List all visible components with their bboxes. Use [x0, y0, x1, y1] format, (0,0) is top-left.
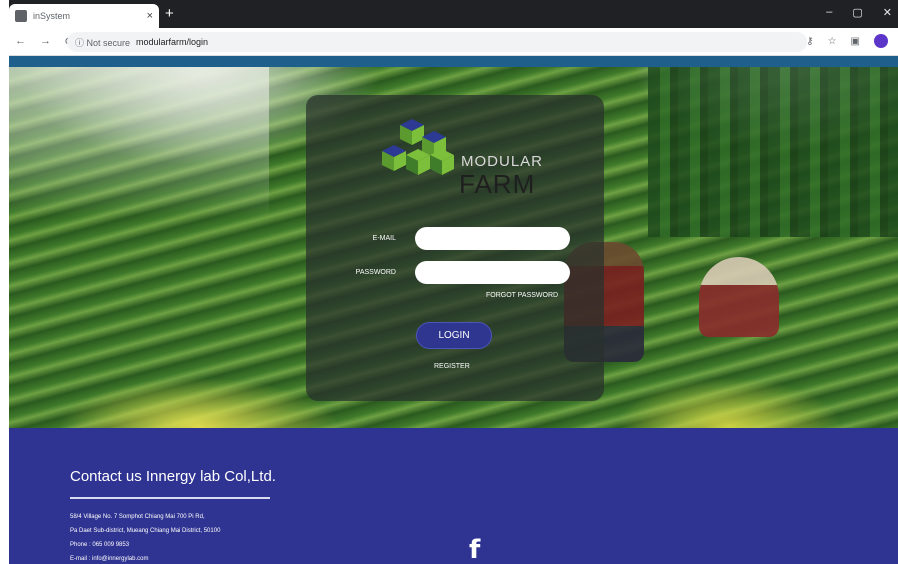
header-strip — [9, 56, 898, 67]
extensions-icon[interactable]: ▣ — [851, 36, 860, 47]
footer-phone: Phone : 065 009 9853 — [70, 542, 130, 548]
close-window-icon[interactable]: ✕ — [883, 6, 892, 19]
footer: Contact us Innergy lab Col,Ltd. 58/4 Vil… — [9, 428, 898, 564]
nav-buttons: ← → ⟳ — [15, 35, 74, 48]
url-input[interactable]: ⓘ Not secure modularfarm/login — [67, 32, 807, 52]
farmer-figure — [699, 257, 779, 337]
maximize-icon[interactable]: ▢ — [852, 6, 862, 19]
footer-address-line-1: 58/4 Village No. 7 Somphot Chiang Mai 70… — [70, 514, 205, 520]
footer-title: Contact us Innergy lab Col,Ltd. — [70, 468, 276, 485]
tab-title: inSystem — [33, 11, 71, 21]
new-tab-icon[interactable]: + — [165, 6, 174, 22]
window-controls: – ▢ ✕ — [826, 6, 892, 19]
star-icon[interactable]: ☆ — [828, 36, 837, 47]
minimize-icon[interactable]: – — [826, 6, 832, 19]
footer-email[interactable]: E-mail : info@innergylab.com — [70, 556, 148, 562]
key-icon[interactable]: ⚷ — [806, 36, 813, 47]
password-field[interactable] — [415, 261, 570, 284]
register-link[interactable]: REGISTER — [434, 363, 470, 370]
hero-background: MODULAR FARM E-MAIL PASSWORD FORGOT PASS… — [9, 67, 898, 428]
address-bar: ← → ⟳ ⓘ Not secure modularfarm/login ⚷ ☆… — [9, 28, 898, 56]
password-label: PASSWORD — [355, 269, 396, 276]
toolbar-icons: ⚷ ☆ ▣ — [806, 34, 888, 48]
security-indicator[interactable]: ⓘ Not secure — [75, 36, 130, 49]
close-tab-icon[interactable]: × — [147, 10, 153, 22]
tab-bar: inSystem × + – ▢ ✕ — [9, 0, 898, 28]
login-button[interactable]: LOGIN — [416, 322, 492, 349]
logo-text-farm: FARM — [459, 169, 536, 199]
profile-avatar[interactable] — [874, 34, 888, 48]
browser-window: inSystem × + – ▢ ✕ ← → ⟳ ⓘ Not secure mo… — [9, 0, 898, 564]
email-label: E-MAIL — [372, 235, 396, 242]
browser-tab[interactable]: inSystem × — [9, 4, 159, 28]
login-card: MODULAR FARM E-MAIL PASSWORD FORGOT PASS… — [306, 95, 604, 401]
email-field[interactable] — [415, 227, 570, 250]
forward-icon[interactable]: → — [40, 35, 51, 48]
footer-divider — [70, 497, 270, 499]
logo-text-modular: MODULAR — [461, 153, 544, 170]
hero-haze — [9, 67, 269, 217]
back-icon[interactable]: ← — [15, 35, 26, 48]
footer-address-line-2: Pa Daet Sub-district, Mueang Chiang Mai … — [70, 528, 221, 534]
forgot-password-link[interactable]: FORGOT PASSWORD — [486, 292, 558, 299]
favicon-icon — [15, 10, 27, 22]
url-text: modularfarm/login — [136, 37, 209, 47]
facebook-icon[interactable]: f — [469, 535, 480, 564]
hero-trees — [648, 67, 898, 237]
